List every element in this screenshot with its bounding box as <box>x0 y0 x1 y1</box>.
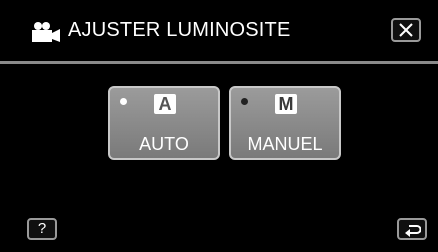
auto-mode-label: AUTO <box>139 134 189 154</box>
auto-icon: A <box>154 94 176 114</box>
manual-mode-button[interactable]: M MANUEL <box>229 86 341 160</box>
close-icon <box>399 23 413 37</box>
manual-mode-label: MANUEL <box>247 134 323 154</box>
video-camera-icon <box>32 22 60 42</box>
header-bar: AJUSTER LUMINOSITE <box>0 0 438 64</box>
return-icon <box>405 225 421 237</box>
close-button[interactable] <box>391 18 421 42</box>
help-button[interactable]: ? <box>27 218 57 240</box>
auto-mode-button[interactable]: A AUTO <box>108 86 220 160</box>
selected-indicator <box>120 98 127 105</box>
back-button[interactable] <box>397 218 427 240</box>
manual-icon: M <box>275 94 297 114</box>
brightness-screen: AJUSTER LUMINOSITE A AUTO M MANUEL ? <box>0 0 438 252</box>
page-title: AJUSTER LUMINOSITE <box>68 19 291 41</box>
unselected-indicator <box>241 98 248 105</box>
